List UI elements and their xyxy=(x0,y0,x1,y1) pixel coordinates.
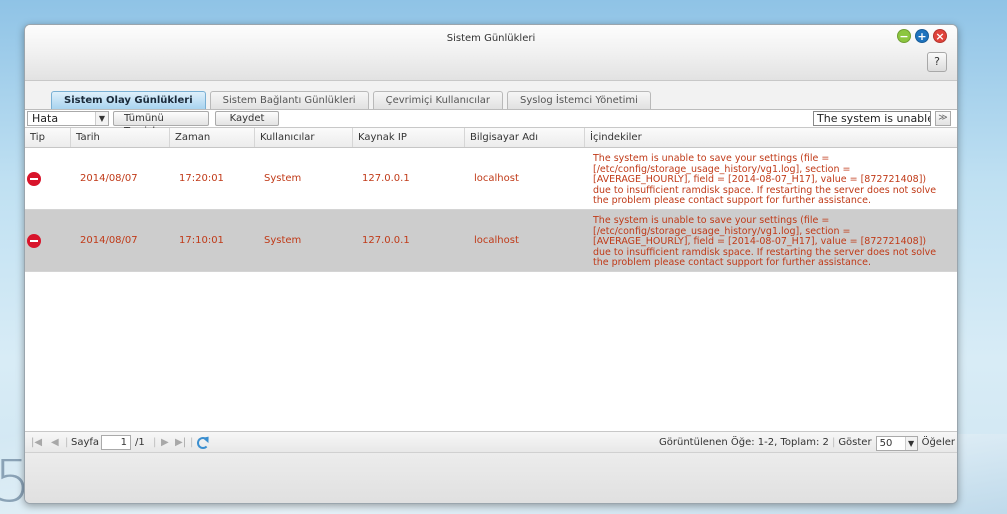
system-logs-window: Sistem Günlükleri − + × ? Sistem Olay Gü… xyxy=(24,24,958,504)
total-pages: /1 xyxy=(135,437,145,448)
next-page-icon[interactable]: ▶ xyxy=(161,432,169,454)
row-content: The system is unable to save your settin… xyxy=(593,215,937,268)
table-header: Tip Tarih Zaman Kullanıcılar Kaynak IP B… xyxy=(25,128,957,148)
tab-syslog-client-management[interactable]: Syslog İstemci Yönetimi xyxy=(507,91,651,109)
error-icon xyxy=(27,172,41,186)
clear-all-button[interactable]: Tümünü Temizle xyxy=(113,111,209,137)
pager-separator: | xyxy=(153,437,157,448)
window-footer xyxy=(25,453,957,503)
column-header-type[interactable]: Tip xyxy=(25,128,71,147)
row-computer-name: localhost xyxy=(474,235,519,246)
tab-bar: Sistem Olay Günlükleri Sistem Bağlantı G… xyxy=(25,81,957,109)
table-row[interactable]: 2014/08/07 17:20:01 System 127.0.0.1 loc… xyxy=(25,148,957,210)
page-number-input[interactable]: 1 xyxy=(101,435,131,450)
column-header-time[interactable]: Zaman xyxy=(170,128,255,147)
pager-separator: | xyxy=(831,437,836,448)
maximize-icon[interactable]: + xyxy=(915,29,929,43)
pagination-bar: |◀ ◀ | Sayfa 1 /1 | ▶ ▶| | Görüntülenen … xyxy=(25,431,957,453)
help-button[interactable]: ? xyxy=(927,52,947,72)
chevron-down-icon[interactable]: ▼ xyxy=(904,436,917,450)
table-row[interactable]: 2014/08/07 17:10:01 System 127.0.0.1 loc… xyxy=(25,210,957,272)
previous-page-icon[interactable]: ◀ xyxy=(51,432,59,454)
log-toolbar: Hata ▼ Tümünü Temizle Kaydet The system … xyxy=(25,109,957,137)
chevron-down-icon[interactable]: ▼ xyxy=(95,112,108,125)
close-icon[interactable]: × xyxy=(933,29,947,43)
refresh-icon[interactable] xyxy=(197,437,209,449)
window-controls: − + × xyxy=(897,29,947,43)
tab-system-connection-logs[interactable]: Sistem Bağlantı Günlükleri xyxy=(209,91,369,109)
save-button[interactable]: Kaydet xyxy=(215,111,279,126)
column-header-computer-name[interactable]: Bilgisayar Adı xyxy=(465,128,585,147)
column-header-content[interactable]: İçindekiler xyxy=(585,128,957,147)
row-content: The system is unable to save your settin… xyxy=(593,153,937,206)
row-computer-name: localhost xyxy=(474,173,519,184)
last-page-icon[interactable]: ▶| xyxy=(175,432,186,454)
row-time: 17:20:01 xyxy=(179,173,224,184)
column-header-users[interactable]: Kullanıcılar xyxy=(255,128,353,147)
first-page-icon[interactable]: |◀ xyxy=(31,432,42,454)
items-label: Öğeler xyxy=(921,437,955,448)
error-icon xyxy=(27,234,41,248)
row-date: 2014/08/07 xyxy=(80,235,138,246)
pager-separator: | xyxy=(190,437,194,448)
row-source-ip: 127.0.0.1 xyxy=(362,173,410,184)
double-chevron-down-icon[interactable]: ≫ xyxy=(935,111,951,126)
row-time: 17:10:01 xyxy=(179,235,224,246)
severity-select-value: Hata xyxy=(32,112,59,125)
row-date: 2014/08/07 xyxy=(80,173,138,184)
row-source-ip: 127.0.0.1 xyxy=(362,235,410,246)
row-user: System xyxy=(264,173,302,184)
page-size-value: 50 xyxy=(879,437,893,449)
tab-system-event-logs[interactable]: Sistem Olay Günlükleri xyxy=(51,91,206,109)
items-summary: Görüntülenen Öğe: 1-2, Toplam: 2 xyxy=(659,437,829,448)
column-header-source-ip[interactable]: Kaynak IP xyxy=(353,128,465,147)
column-header-date[interactable]: Tarih xyxy=(71,128,170,147)
page-label: Sayfa xyxy=(71,437,100,448)
pager-separator: | xyxy=(65,437,69,448)
log-table-body: 2014/08/07 17:20:01 System 127.0.0.1 loc… xyxy=(25,148,957,431)
tab-online-users[interactable]: Çevrimiçi Kullanıcılar xyxy=(372,91,504,109)
window-title: Sistem Günlükleri xyxy=(446,33,536,44)
severity-select[interactable]: Hata ▼ xyxy=(27,111,109,126)
show-label: Göster xyxy=(838,437,872,448)
page-size-select[interactable]: 50 ▼ xyxy=(875,435,918,451)
minimize-icon[interactable]: − xyxy=(897,29,911,43)
title-bar[interactable]: Sistem Günlükleri − + × ? xyxy=(25,25,957,81)
row-user: System xyxy=(264,235,302,246)
search-input[interactable]: The system is unable t xyxy=(813,111,931,126)
